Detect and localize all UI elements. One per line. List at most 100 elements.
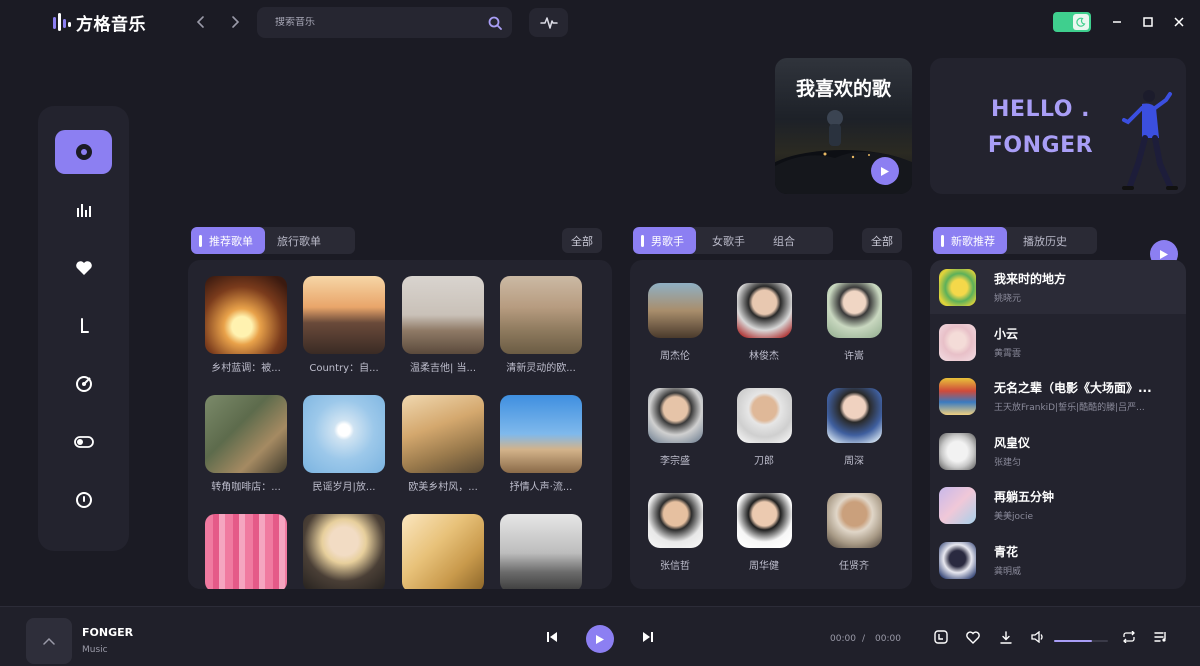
now-playing-subtitle: Music — [82, 645, 108, 655]
song-row[interactable]: 我来时的地方 姚晓元 — [930, 260, 1186, 314]
tab-groups[interactable]: 组合 — [761, 227, 807, 254]
maximize-button[interactable] — [1138, 12, 1158, 32]
singer-photo — [826, 388, 882, 443]
sidebar-item-discover[interactable] — [55, 130, 112, 174]
sidebar-item-favorites[interactable] — [55, 246, 112, 290]
download-button[interactable] — [995, 626, 1017, 648]
playlist-cover — [402, 514, 484, 589]
playlist-card[interactable] — [500, 514, 582, 589]
song-row[interactable]: 再躺五分钟 美美jocie — [930, 478, 1186, 532]
current-time: 00:00 — [830, 634, 856, 644]
sidebar-item-charts[interactable] — [55, 188, 112, 232]
singer-card[interactable]: 张信哲 — [640, 493, 710, 572]
playlist-card[interactable]: 温柔吉他| 当... — [402, 276, 484, 374]
song-row[interactable]: 青花 龚明威 — [930, 533, 1186, 587]
singer-photo — [647, 493, 703, 548]
singer-card[interactable]: 李宗盛 — [640, 388, 710, 467]
hello-greeting: HELLO . FONGER — [968, 92, 1113, 164]
singer-card[interactable]: 任贤齐 — [819, 493, 889, 572]
music-note-icon — [80, 318, 89, 333]
sidebar-item-radio[interactable] — [55, 362, 112, 406]
previous-button[interactable] — [541, 626, 563, 648]
playlist-card[interactable] — [205, 514, 287, 589]
tab-female-singers[interactable]: 女歌手 — [696, 227, 761, 254]
total-time: 00:00 — [875, 634, 901, 644]
song-row[interactable]: 风皇仪 张建匀 — [930, 424, 1186, 478]
playlist-panel: 乡村蓝调：被... Country：自... 温柔吉他| 当... 清新灵动的欧… — [188, 260, 612, 589]
volume-slider[interactable] — [1054, 640, 1108, 642]
playlist-card[interactable]: 转角咖啡店：... — [205, 395, 287, 493]
sidebar-item-profile[interactable] — [55, 478, 112, 522]
playlist-queue-button[interactable] — [1150, 626, 1172, 648]
like-button[interactable] — [962, 626, 984, 648]
hello-line-2: FONGER — [987, 133, 1094, 158]
tab-new-songs[interactable]: 新歌推荐 — [933, 227, 1007, 254]
volume-icon — [1031, 631, 1043, 643]
listen-recognize-button[interactable] — [529, 8, 568, 37]
singer-photo — [826, 493, 882, 548]
singer-card[interactable]: 刀郎 — [729, 388, 799, 467]
tab-travel-playlists[interactable]: 旅行歌单 — [265, 227, 333, 254]
playlist-card[interactable]: 清新灵动的欧... — [500, 276, 582, 374]
favorites-card[interactable]: 我喜欢的歌 — [775, 58, 912, 194]
song-cover — [939, 268, 976, 306]
minimize-button[interactable] — [1107, 12, 1127, 32]
singer-photo — [736, 388, 792, 443]
song-cover — [939, 377, 976, 415]
theme-toggle[interactable] — [1053, 12, 1091, 32]
play-pause-button[interactable] — [586, 625, 614, 653]
queue-icon — [1154, 632, 1166, 642]
singers-all-button[interactable]: 全部 — [862, 228, 902, 253]
next-button[interactable] — [637, 626, 659, 648]
volume-button[interactable] — [1027, 626, 1049, 648]
singer-card[interactable]: 周杰伦 — [640, 283, 710, 362]
favorites-play-button[interactable] — [871, 157, 899, 185]
playlist-cover — [500, 395, 582, 473]
playlist-card[interactable] — [303, 514, 385, 589]
singer-card[interactable]: 许嵩 — [819, 283, 889, 362]
now-playing-cover[interactable] — [26, 618, 72, 664]
search-icon[interactable] — [488, 16, 502, 30]
maximize-icon — [1143, 17, 1153, 27]
toggle-icon — [73, 436, 94, 448]
song-cover — [939, 541, 976, 579]
close-button[interactable] — [1169, 12, 1189, 32]
repeat-icon — [1123, 631, 1135, 643]
song-row[interactable]: 无名之辈（电影《大场面》... 王天放FrankiD|誓乐|酷酷的滕|吕严... — [930, 369, 1186, 423]
singer-photo — [826, 283, 882, 338]
playlist-card[interactable]: Country：自... — [303, 276, 385, 374]
playlist-cover — [303, 395, 385, 473]
face-icon — [75, 492, 92, 508]
play-icon — [1160, 249, 1168, 259]
playlist-card[interactable] — [402, 514, 484, 589]
tab-recommended-playlists[interactable]: 推荐歌单 — [191, 227, 265, 254]
play-icon — [596, 634, 604, 644]
sidebar-item-music[interactable] — [55, 304, 112, 348]
repeat-button[interactable] — [1118, 626, 1140, 648]
tab-male-singers[interactable]: 男歌手 — [633, 227, 696, 254]
search-input[interactable] — [275, 17, 488, 28]
playlist-card[interactable]: 民谣岁月|放... — [303, 395, 385, 493]
singer-photo — [647, 283, 703, 338]
minimize-icon — [1113, 21, 1121, 23]
singer-photo — [736, 283, 792, 338]
forward-button[interactable] — [224, 11, 246, 33]
singer-card[interactable]: 林俊杰 — [729, 283, 799, 362]
singer-card[interactable]: 周深 — [819, 388, 889, 467]
back-button[interactable] — [190, 11, 212, 33]
lyrics-button[interactable] — [930, 626, 952, 648]
playlist-cover — [205, 395, 287, 473]
playlist-cover — [500, 276, 582, 354]
chevron-up-icon — [43, 637, 55, 645]
heart-outline-icon — [966, 630, 980, 644]
song-cover — [939, 432, 976, 470]
tab-play-history[interactable]: 播放历史 — [1007, 227, 1083, 254]
playlist-card[interactable]: 欧美乡村风，... — [402, 395, 484, 493]
playlists-all-button[interactable]: 全部 — [562, 228, 602, 253]
singer-card[interactable]: 周华健 — [729, 493, 799, 572]
playlist-card[interactable]: 抒情人声·流... — [500, 395, 582, 493]
playlist-tabs: 推荐歌单 旅行歌单 — [191, 227, 355, 254]
playlist-card[interactable]: 乡村蓝调：被... — [205, 276, 287, 374]
sidebar-item-settings[interactable] — [55, 420, 112, 464]
song-row[interactable]: 小云 黄霄雲 — [930, 315, 1186, 369]
